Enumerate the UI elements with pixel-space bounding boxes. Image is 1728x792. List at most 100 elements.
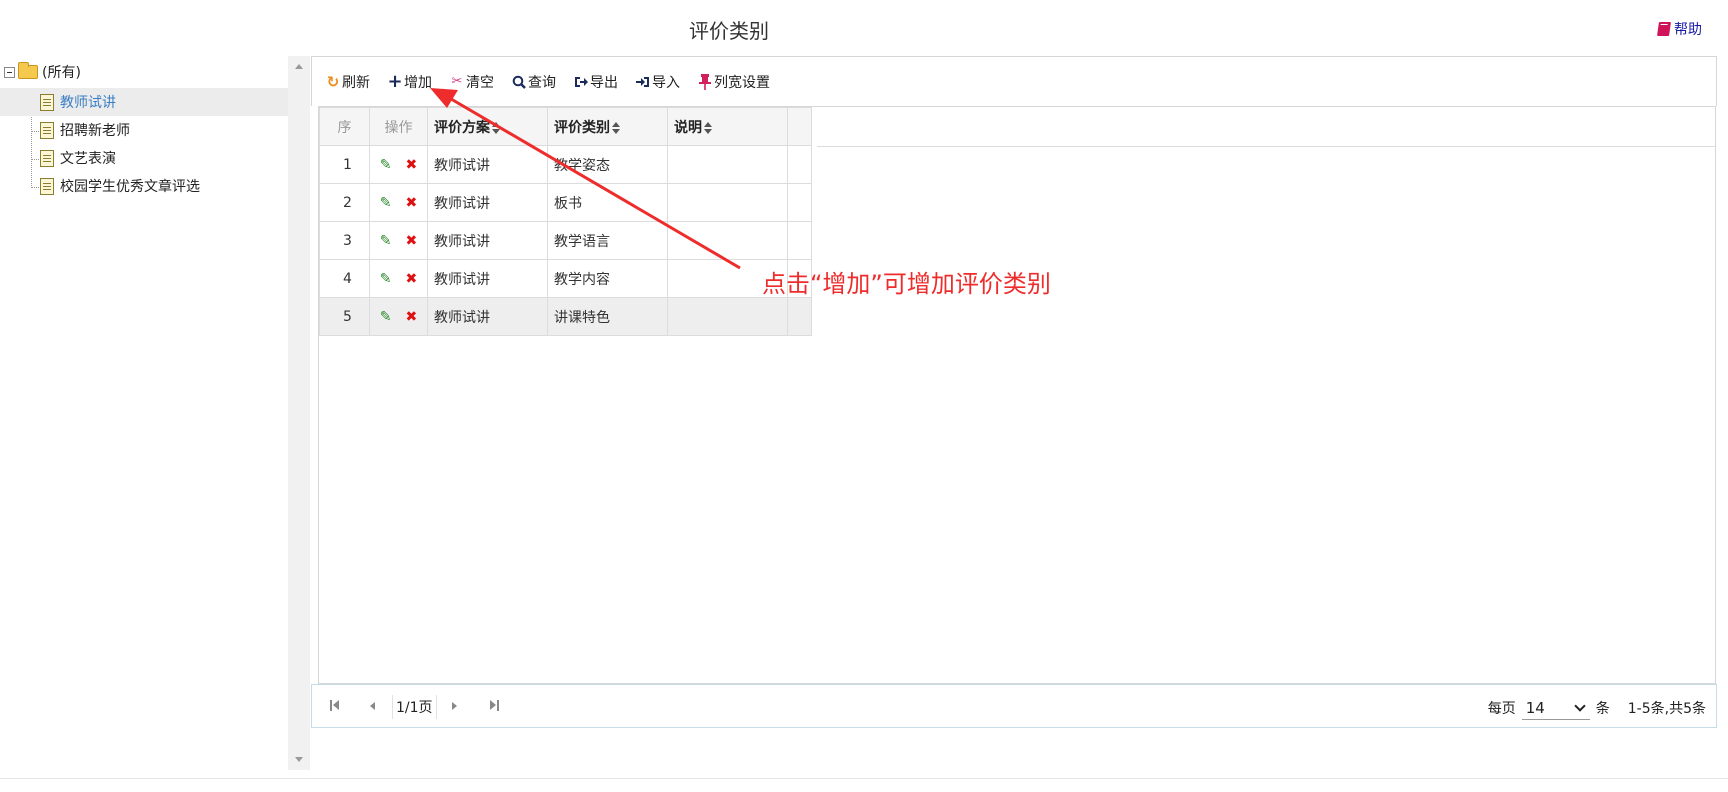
tree-item-teacher-trial[interactable]: 教师试讲 <box>0 88 288 116</box>
export-icon <box>574 75 588 89</box>
collapse-icon[interactable] <box>4 67 15 78</box>
cell-actions: ✎ ✖ <box>369 183 428 222</box>
per-page-select[interactable]: 14 <box>1521 696 1590 720</box>
cell-actions: ✎ ✖ <box>369 259 428 298</box>
add-label: 增加 <box>404 74 432 91</box>
annotation-text: 点击“增加”可增加评价类别 <box>762 270 1051 298</box>
cell-filler <box>787 145 812 184</box>
pager: 1/1页 每页 14 条 1-5条,共5条 <box>311 684 1717 728</box>
clear-button[interactable]: ✂ 清空 <box>450 72 494 92</box>
cell-seq: 4 <box>319 259 370 298</box>
grid-header-row: 序 操作 评价方案 评价类别 说明 <box>319 107 812 146</box>
cell-plan: 教师试讲 <box>427 145 548 184</box>
cell-category: 板书 <box>547 183 668 222</box>
pencil-icon[interactable]: ✎ <box>380 309 392 325</box>
help-label: 帮助 <box>1674 22 1702 38</box>
last-page-icon[interactable] <box>490 699 500 713</box>
tree-root[interactable]: (所有) <box>0 58 288 86</box>
cell-actions: ✎ ✖ <box>369 297 428 336</box>
tree-scrollbar[interactable] <box>288 56 310 770</box>
col-header-plan[interactable]: 评价方案 <box>427 107 548 146</box>
pencil-icon[interactable]: ✎ <box>380 157 392 173</box>
column-width-button[interactable]: 列宽设置 <box>698 72 770 92</box>
col-header-note[interactable]: 说明 <box>667 107 788 146</box>
tree-root-label: (所有) <box>42 65 81 81</box>
cell-actions: ✎ ✖ <box>369 145 428 184</box>
refresh-button[interactable]: ↻ 刷新 <box>326 72 370 92</box>
app-window: 评价类别 帮助 (所有) 教师试讲 招聘新老师 文艺表演 校园学生优秀文章评选 … <box>0 0 1728 792</box>
pencil-icon[interactable]: ✎ <box>380 195 392 211</box>
cell-category: 教学内容 <box>547 259 668 298</box>
table-row[interactable]: 5 ✎ ✖ 教师试讲 讲课特色 <box>319 297 812 336</box>
help-link[interactable]: 帮助 <box>1657 19 1702 39</box>
scroll-up-icon[interactable] <box>295 64 303 69</box>
first-page-icon[interactable] <box>330 699 340 713</box>
search-icon <box>512 75 526 89</box>
category-tree: (所有) 教师试讲 招聘新老师 文艺表演 校园学生优秀文章评选 <box>0 58 288 770</box>
query-button[interactable]: 查询 <box>512 72 556 92</box>
cell-note <box>667 145 788 184</box>
col-header-seq: 序 <box>319 107 370 146</box>
import-button[interactable]: 导入 <box>636 72 680 92</box>
prev-page-icon[interactable] <box>370 699 376 713</box>
cell-category: 教学姿态 <box>547 145 668 184</box>
pencil-icon[interactable]: ✎ <box>380 271 392 287</box>
cell-plan: 教师试讲 <box>427 221 548 260</box>
scroll-down-icon[interactable] <box>295 757 303 762</box>
page-title: 评价类别 <box>689 19 769 43</box>
chevron-down-icon <box>1574 699 1586 712</box>
col-header-category[interactable]: 评价类别 <box>547 107 668 146</box>
col-header-filler <box>787 107 812 146</box>
total-count: 1-5条,共5条 <box>1627 701 1706 717</box>
cell-note <box>667 297 788 336</box>
close-icon[interactable]: ✖ <box>406 157 418 173</box>
document-icon <box>40 177 54 195</box>
table-row[interactable]: 3 ✎ ✖ 教师试讲 教学语言 <box>319 221 812 260</box>
data-grid: 序 操作 评价方案 评价类别 说明 1 ✎ ✖ 教师试讲 教学姿态 2 ✎ ✖ 教师试讲 板书 3 ✎… <box>318 106 1716 684</box>
tree-item-label: 招聘新老师 <box>60 123 130 139</box>
close-icon[interactable]: ✖ <box>406 309 418 325</box>
sort-icon[interactable] <box>492 121 500 134</box>
col-header-category-label: 评价类别 <box>554 119 610 136</box>
tree-item-recruit-teacher[interactable]: 招聘新老师 <box>0 116 130 144</box>
tree-item-essay-contest[interactable]: 校园学生优秀文章评选 <box>0 172 200 200</box>
per-page-label: 每页 <box>1487 701 1516 717</box>
sort-icon[interactable] <box>612 121 620 134</box>
cell-filler <box>787 221 812 260</box>
grid-header-fill <box>817 107 1715 147</box>
close-icon[interactable]: ✖ <box>406 195 418 211</box>
pager-divider <box>392 695 393 719</box>
page-info: 1/1页 <box>396 700 433 716</box>
import-label: 导入 <box>652 74 680 91</box>
export-button[interactable]: 导出 <box>574 72 618 92</box>
pager-divider <box>436 695 437 719</box>
table-row[interactable]: 1 ✎ ✖ 教师试讲 教学姿态 <box>319 145 812 184</box>
folder-icon <box>18 62 38 79</box>
document-icon <box>40 149 54 167</box>
plus-icon: + <box>387 70 403 92</box>
clear-label: 清空 <box>466 74 494 91</box>
cell-seq: 1 <box>319 145 370 184</box>
bottom-divider <box>0 778 1728 779</box>
cell-category: 教学语言 <box>547 221 668 260</box>
refresh-label: 刷新 <box>342 74 370 91</box>
book-icon <box>1657 22 1671 36</box>
pin-icon <box>698 73 712 90</box>
tree-item-label: 教师试讲 <box>60 95 116 111</box>
close-icon[interactable]: ✖ <box>406 271 418 287</box>
add-button[interactable]: + 增加 <box>387 70 432 92</box>
cell-filler <box>787 297 812 336</box>
cell-plan: 教师试讲 <box>427 259 548 298</box>
table-row[interactable]: 2 ✎ ✖ 教师试讲 板书 <box>319 183 812 222</box>
col-header-note-label: 说明 <box>674 119 702 136</box>
grid-table: 序 操作 评价方案 评价类别 说明 1 ✎ ✖ 教师试讲 教学姿态 2 ✎ ✖ 教师试讲 板书 3 ✎… <box>319 107 812 336</box>
next-page-icon[interactable] <box>452 699 458 713</box>
cell-plan: 教师试讲 <box>427 297 548 336</box>
col-header-op: 操作 <box>369 107 428 146</box>
pencil-icon[interactable]: ✎ <box>380 233 392 249</box>
sort-icon[interactable] <box>704 121 712 134</box>
table-row[interactable]: 4 ✎ ✖ 教师试讲 教学内容 <box>319 259 812 298</box>
cell-actions: ✎ ✖ <box>369 221 428 260</box>
tree-item-performance[interactable]: 文艺表演 <box>0 144 116 172</box>
close-icon[interactable]: ✖ <box>406 233 418 249</box>
